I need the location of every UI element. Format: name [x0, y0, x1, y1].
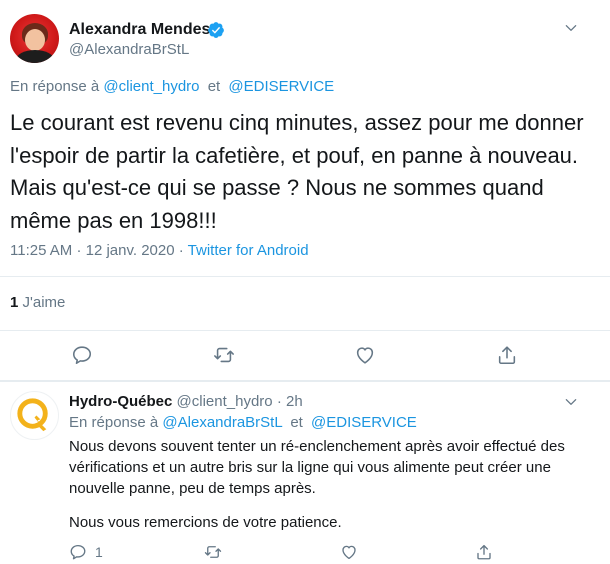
retweet-icon [204, 546, 222, 558]
avatar-face [25, 29, 45, 51]
reply-context: En réponse à @AlexandraBrStL et @EDISERV… [69, 414, 417, 431]
reply-button[interactable]: 1 [69, 543, 103, 561]
hydro-quebec-logo [17, 398, 48, 432]
tweet-date[interactable]: 12 janv. 2020 [86, 242, 175, 259]
mention-link[interactable]: @client_hydro [103, 78, 199, 95]
like-button[interactable] [354, 344, 376, 366]
retweet-button[interactable] [213, 344, 235, 366]
reply-author-name[interactable]: Hydro-Québec [69, 393, 172, 410]
chevron-down-icon[interactable] [564, 395, 578, 409]
likes-count: 1 [10, 294, 19, 311]
author-avatar[interactable] [10, 14, 59, 63]
reply-author-handle[interactable]: @client_hydro [177, 393, 273, 410]
meta-separator: · [76, 242, 82, 259]
reply-text-paragraph-1: Nous devons souvent tenter un ré-enclenc… [69, 438, 565, 497]
author-handle[interactable]: @AlexandraBrStL [69, 41, 189, 58]
reply-icon [70, 544, 86, 560]
likes-stat[interactable]: 1 J'aime [10, 294, 65, 311]
tweet-meta: 11:25 AM · 12 janv. 2020 · Twitter for A… [10, 242, 309, 259]
reply-count: 1 [95, 544, 103, 560]
share-button[interactable] [496, 344, 518, 366]
likes-label: J'aime [22, 294, 66, 311]
share-icon [498, 346, 516, 365]
retweet-icon [214, 347, 234, 363]
divider [0, 276, 610, 277]
meta-separator: · [178, 242, 184, 259]
author-name[interactable]: Alexandra Mendes [69, 21, 210, 39]
reply-button[interactable] [71, 344, 93, 366]
tweet-text: Le courant est revenu cinq minutes, asse… [10, 110, 584, 233]
heart-icon [342, 545, 356, 560]
chevron-down-icon[interactable] [564, 21, 578, 35]
mention-link[interactable]: @EDISERVICE [311, 414, 417, 431]
like-button[interactable] [340, 543, 358, 561]
mention-link[interactable]: @AlexandraBrStL [162, 414, 282, 431]
reply-prefix: En réponse à [10, 78, 100, 95]
reply-text-paragraph-2: Nous vous remercions de votre patience. [69, 514, 342, 531]
reply-and: et [290, 414, 303, 431]
reply-icon [72, 346, 92, 365]
mention-link[interactable]: @EDISERVICE [228, 78, 334, 95]
tweet-source[interactable]: Twitter for Android [188, 242, 309, 259]
verified-badge-icon [208, 22, 224, 38]
reply-author-avatar[interactable] [10, 391, 59, 440]
avatar-shoulders [16, 50, 54, 63]
meta-separator: · [276, 393, 282, 410]
share-button[interactable] [475, 543, 493, 561]
heart-icon [356, 347, 374, 364]
tweet-time[interactable]: 11:25 AM [10, 242, 72, 259]
reply-age[interactable]: 2h [286, 393, 303, 410]
reply-context: En réponse à @client_hydro et @EDISERVIC… [10, 78, 334, 95]
share-icon [477, 544, 491, 560]
reply-author-line: Hydro-Québec @client_hydro · 2h [69, 393, 303, 410]
divider [0, 330, 610, 331]
reply-prefix: En réponse à [69, 414, 159, 431]
divider [0, 380, 610, 382]
reply-and: et [207, 78, 221, 95]
retweet-button[interactable] [204, 543, 222, 561]
